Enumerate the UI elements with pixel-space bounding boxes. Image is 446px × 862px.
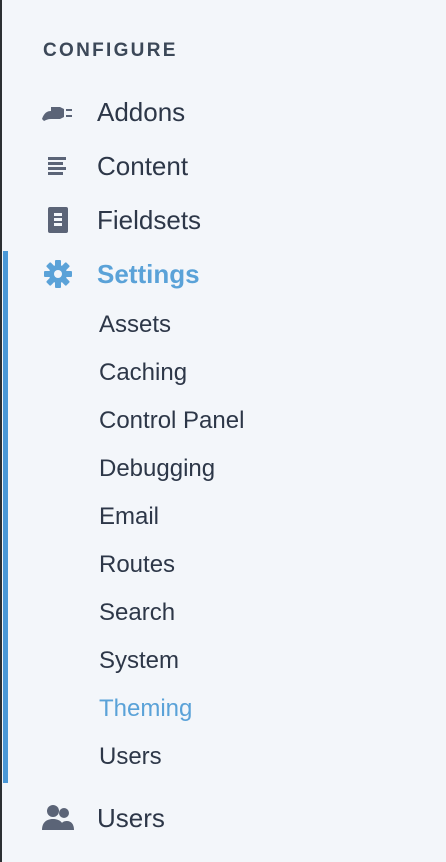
sidebar-item-label: Settings bbox=[97, 259, 200, 289]
settings-subitem-system[interactable]: System bbox=[99, 644, 179, 678]
settings-subitem-caching[interactable]: Caching bbox=[99, 356, 187, 390]
sidebar-item-content[interactable]: Content bbox=[0, 146, 446, 186]
users-icon bbox=[40, 803, 76, 833]
settings-subitem-assets[interactable]: Assets bbox=[99, 308, 171, 342]
sidebar-item-users[interactable]: Users bbox=[0, 798, 446, 838]
sidebar-item-settings[interactable]: Settings bbox=[0, 254, 446, 294]
active-section-indicator bbox=[3, 251, 8, 783]
gear-icon bbox=[40, 259, 76, 289]
sidebar-item-label: Addons bbox=[97, 97, 186, 127]
settings-subitem-email[interactable]: Email bbox=[99, 500, 159, 534]
sidebar-item-fieldsets[interactable]: Fieldsets bbox=[0, 200, 446, 240]
section-title-configure: CONFIGURE bbox=[43, 40, 178, 61]
settings-subitem-theming[interactable]: Theming bbox=[99, 692, 192, 726]
settings-subitem-control-panel[interactable]: Control Panel bbox=[99, 404, 244, 438]
settings-subitem-debugging[interactable]: Debugging bbox=[99, 452, 215, 486]
plug-icon bbox=[40, 97, 76, 127]
sidebar-item-label: Content bbox=[97, 151, 189, 181]
document-icon bbox=[40, 205, 76, 235]
settings-subitem-search[interactable]: Search bbox=[99, 596, 175, 630]
settings-subitem-users[interactable]: Users bbox=[99, 740, 162, 774]
settings-subitem-routes[interactable]: Routes bbox=[99, 548, 175, 582]
sidebar-item-label: Fieldsets bbox=[97, 205, 202, 235]
content-lines-icon bbox=[40, 151, 76, 181]
sidebar-item-addons[interactable]: Addons bbox=[0, 92, 446, 132]
sidebar-item-label: Users bbox=[97, 803, 165, 833]
